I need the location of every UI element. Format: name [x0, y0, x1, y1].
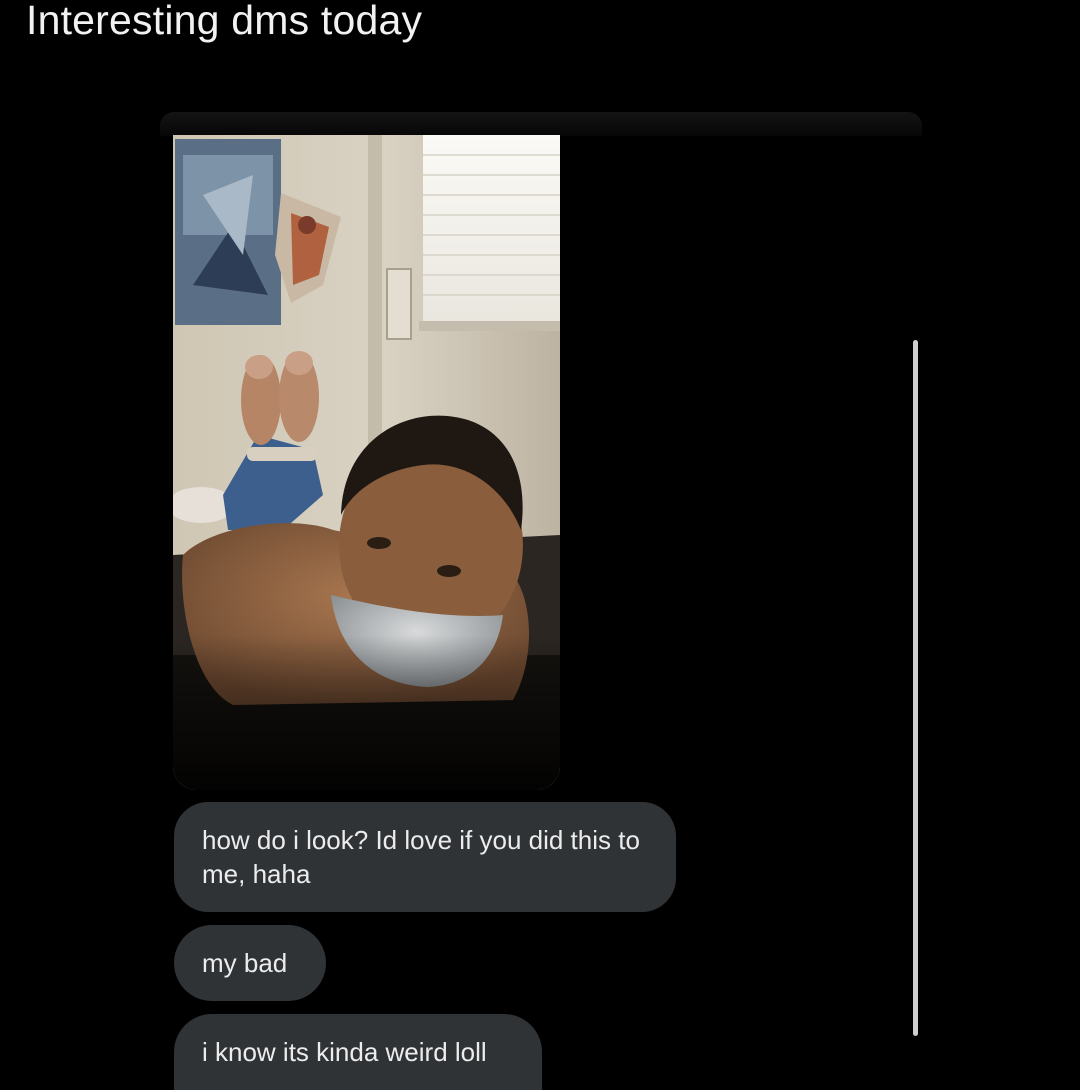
- message-text: i know its kinda weird loll: [202, 1037, 487, 1067]
- message-bubble[interactable]: my bad: [174, 925, 326, 1001]
- photo-image: [173, 135, 560, 790]
- scrollbar[interactable]: [913, 340, 918, 1036]
- post-caption: Interesting dms today: [26, 0, 423, 43]
- message-bubble[interactable]: how do i look? Id love if you did this t…: [174, 802, 676, 912]
- message-photo-attachment[interactable]: [173, 135, 560, 790]
- message-bubble[interactable]: i know its kinda weird loll: [174, 1014, 542, 1090]
- message-text: how do i look? Id love if you did this t…: [202, 825, 640, 889]
- message-text: my bad: [202, 948, 288, 978]
- dm-panel-top-edge: [160, 112, 922, 136]
